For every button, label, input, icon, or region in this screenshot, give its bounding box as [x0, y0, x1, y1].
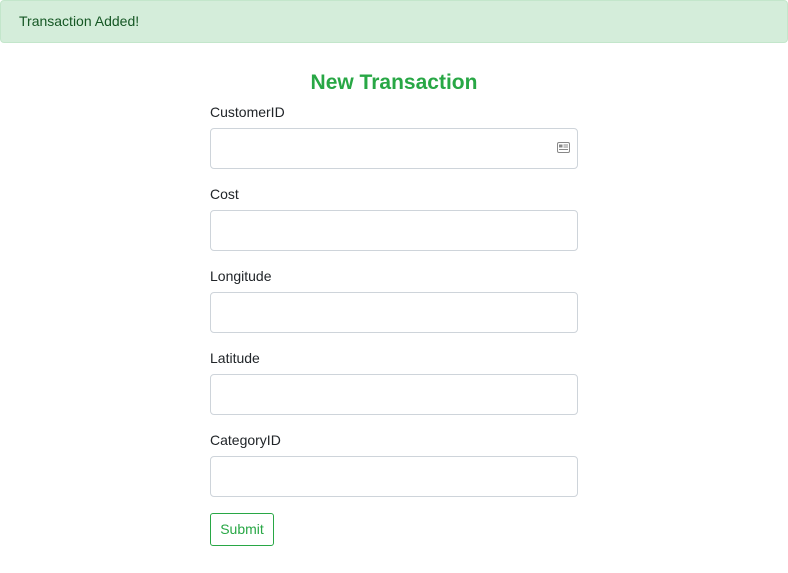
- category-id-input-wrap: [210, 456, 578, 497]
- customer-id-input[interactable]: [210, 128, 578, 169]
- contact-card-icon[interactable]: [557, 142, 570, 153]
- category-id-input[interactable]: [210, 456, 578, 497]
- page-title: New Transaction: [310, 71, 478, 94]
- alert-message: Transaction Added!: [19, 13, 140, 29]
- longitude-input-wrap: [210, 292, 578, 333]
- customer-id-label: CustomerID: [210, 104, 285, 120]
- longitude-input[interactable]: [210, 292, 578, 333]
- latitude-input[interactable]: [210, 374, 578, 415]
- success-alert: Transaction Added!: [0, 0, 788, 43]
- cost-label: Cost: [210, 186, 239, 202]
- category-id-label: CategoryID: [210, 432, 281, 448]
- longitude-label: Longitude: [210, 268, 272, 284]
- latitude-input-wrap: [210, 374, 578, 415]
- latitude-field: Latitude: [210, 348, 578, 415]
- customer-id-field: CustomerID: [210, 102, 578, 169]
- cost-input[interactable]: [210, 210, 578, 251]
- customer-id-input-wrap: [210, 128, 578, 169]
- transaction-form: CustomerID Cost Longitude Latitude Categ…: [210, 100, 578, 512]
- cost-input-wrap: [210, 210, 578, 251]
- latitude-label: Latitude: [210, 350, 260, 366]
- category-id-field: CategoryID: [210, 430, 578, 497]
- submit-button[interactable]: Submit: [210, 513, 274, 546]
- longitude-field: Longitude: [210, 266, 578, 333]
- cost-field: Cost: [210, 184, 578, 251]
